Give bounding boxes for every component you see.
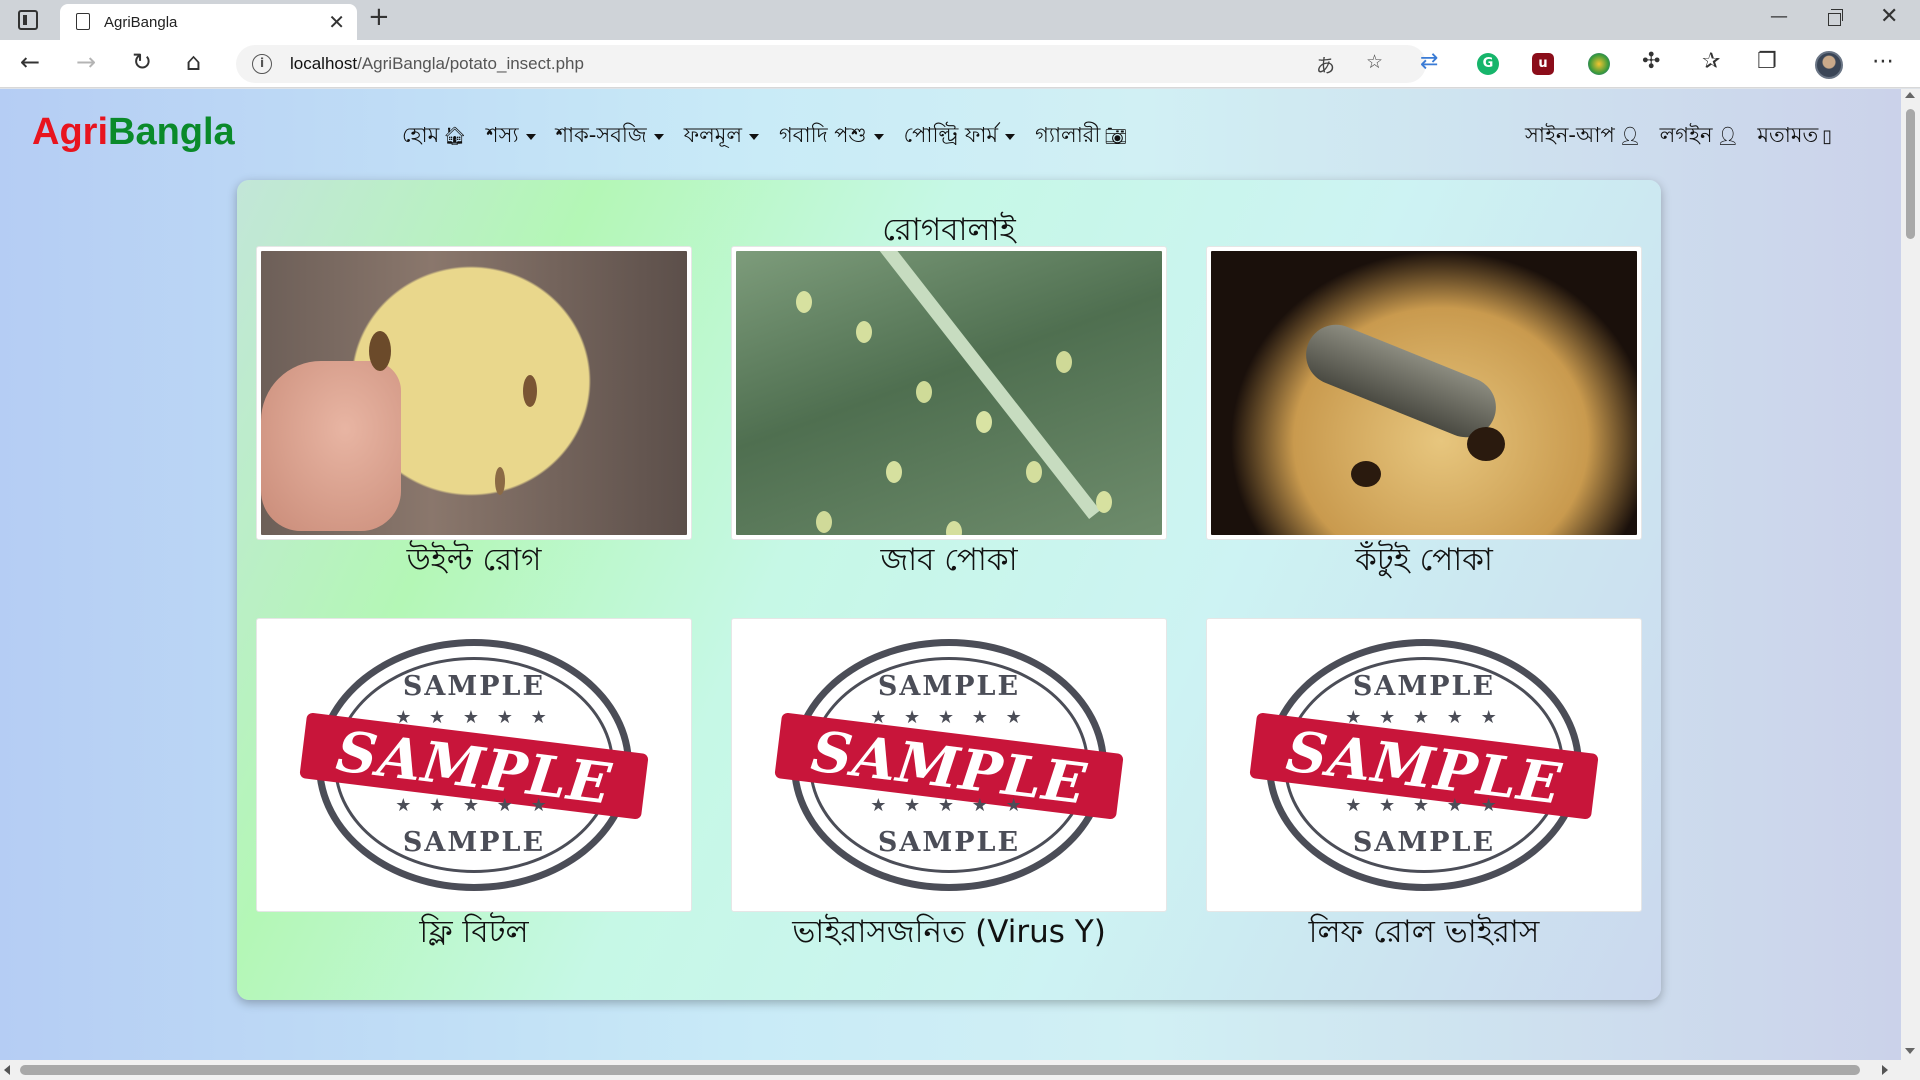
menu-fruits[interactable]: ফলমূল xyxy=(683,119,760,154)
menu-poultry[interactable]: পোল্ট্রি ফার্ম xyxy=(903,119,1016,154)
vertical-scrollbar[interactable] xyxy=(1901,89,1920,1060)
forward-icon[interactable]: → xyxy=(76,48,96,76)
address-bar[interactable]: i localhost/AgriBangla/potato_insect.php… xyxy=(236,45,1426,83)
aphid-leaf-photo xyxy=(736,251,1162,535)
disease-image[interactable]: SAMPLE ★ ★ ★ ★ ★ SAMPLE ★ ★ ★ ★ ★ SAMPLE xyxy=(731,618,1167,912)
menu-login-label: লগইন xyxy=(1659,123,1713,147)
site-info-icon[interactable]: i xyxy=(252,54,272,74)
menu-home[interactable]: হোম 🏠︎ xyxy=(402,119,466,154)
user-plus-icon: 👤︎ xyxy=(1618,126,1642,147)
home-icon[interactable]: ⌂ xyxy=(186,48,201,76)
disease-image[interactable]: SAMPLE ★ ★ ★ ★ ★ SAMPLE ★ ★ ★ ★ ★ SAMPLE xyxy=(1206,618,1642,912)
caret-down-icon xyxy=(525,133,536,140)
caret-down-icon xyxy=(873,133,884,140)
caret-down-icon xyxy=(653,133,664,140)
sample-stamp-image: SAMPLE ★ ★ ★ ★ ★ SAMPLE ★ ★ ★ ★ ★ SAMPLE xyxy=(1248,637,1600,893)
scroll-up-icon[interactable] xyxy=(1905,92,1915,98)
disease-image[interactable] xyxy=(731,246,1167,540)
translate-icon[interactable]: ⇄ xyxy=(1420,49,1438,74)
disease-caption: ফ্লি বিটল xyxy=(419,914,529,950)
scroll-down-icon[interactable] xyxy=(1905,1048,1915,1054)
disease-item[interactable]: জাব পোকা xyxy=(731,246,1167,580)
menu-vegetables-label: শাক-সবজি xyxy=(555,123,647,147)
collections-icon[interactable]: ❐ xyxy=(1757,49,1777,74)
disease-caption: উইল্ট রোগ xyxy=(406,542,542,578)
menu-signup-label: সাইন-আপ xyxy=(1525,123,1615,147)
browser-tab-bar: AgriBangla ✕ + — ✕ xyxy=(0,0,1920,40)
url-text[interactable]: localhost/AgriBangla/potato_insect.php xyxy=(290,54,584,74)
profile-avatar[interactable] xyxy=(1815,51,1843,79)
menu-gallery-label: গ্যালারী xyxy=(1035,123,1101,147)
logo-bangla: Bangla xyxy=(108,111,235,153)
close-tab-icon[interactable]: ✕ xyxy=(328,10,345,34)
favorites-icon[interactable]: ✰ xyxy=(1702,49,1720,74)
menu-signup[interactable]: সাইন-আপ 👤︎ xyxy=(1525,119,1642,154)
extension-globe-icon[interactable] xyxy=(1588,53,1610,75)
scroll-left-icon[interactable] xyxy=(4,1065,10,1075)
disease-caption: লিফ রোল ভাইরাস xyxy=(1308,914,1540,950)
tab-actions-icon[interactable] xyxy=(18,10,38,30)
vertical-scroll-thumb[interactable] xyxy=(1906,109,1915,239)
disease-image[interactable] xyxy=(1206,246,1642,540)
cutworm-potato-photo xyxy=(1211,251,1637,535)
caret-down-icon xyxy=(1005,133,1016,140)
disease-item[interactable]: কঁটুই পোকা xyxy=(1206,246,1642,580)
sample-stamp-image: SAMPLE ★ ★ ★ ★ ★ SAMPLE ★ ★ ★ ★ ★ SAMPLE xyxy=(298,637,650,893)
more-menu-icon[interactable]: ⋯ xyxy=(1872,49,1894,74)
menu-fruits-label: ফলমূল xyxy=(683,123,743,147)
menu-livestock-label: গবাদি পশু xyxy=(779,123,867,147)
restore-icon[interactable] xyxy=(1828,9,1843,26)
horizontal-scrollbar[interactable] xyxy=(0,1060,1920,1080)
new-tab-icon[interactable]: + xyxy=(368,2,390,32)
browser-tab[interactable]: AgriBangla ✕ xyxy=(60,4,357,40)
main-menu: হোম 🏠︎ শস্য শাক-সবজি ফলমূল গবাদি পশু পোল… xyxy=(402,119,1127,154)
menu-home-label: হোম xyxy=(402,123,440,147)
menu-vegetables[interactable]: শাক-সবজি xyxy=(556,119,664,154)
add-favorite-icon[interactable]: ☆ xyxy=(1366,51,1383,73)
window-close-icon[interactable]: ✕ xyxy=(1880,4,1898,29)
menu-crops[interactable]: শস্য xyxy=(486,119,536,154)
page-viewport: AgriBangla হোম 🏠︎ শস্য শাক-সবজি ফলমূল গব… xyxy=(0,89,1901,1060)
sample-stamp-image: SAMPLE ★ ★ ★ ★ ★ SAMPLE ★ ★ ★ ★ ★ SAMPLE xyxy=(773,637,1125,893)
disease-image[interactable]: SAMPLE ★ ★ ★ ★ ★ SAMPLE ★ ★ ★ ★ ★ SAMPLE xyxy=(256,618,692,912)
page-icon xyxy=(76,13,90,30)
disease-caption: জাব পোকা xyxy=(880,542,1018,578)
site-logo[interactable]: AgriBangla xyxy=(32,111,235,154)
potato-cut-photo xyxy=(261,251,687,535)
disease-item[interactable]: SAMPLE ★ ★ ★ ★ ★ SAMPLE ★ ★ ★ ★ ★ SAMPLE… xyxy=(256,618,692,952)
reload-icon[interactable]: ↻ xyxy=(132,48,152,76)
mobile-icon: ▯ xyxy=(1822,126,1833,147)
menu-gallery[interactable]: গ্যালারী 📷︎ xyxy=(1035,119,1127,154)
logo-agri: Agri xyxy=(32,111,108,153)
tab-title: AgriBangla xyxy=(104,14,178,31)
account-menu: সাইন-আপ 👤︎ লগইন 👤︎ মতামত ▯ xyxy=(1525,119,1832,154)
menu-login[interactable]: লগইন 👤︎ xyxy=(1660,119,1740,154)
disease-caption: ভাইরাসজনিত (Virus Y) xyxy=(792,914,1106,950)
disease-item[interactable]: SAMPLE ★ ★ ★ ★ ★ SAMPLE ★ ★ ★ ★ ★ SAMPLE… xyxy=(731,618,1167,952)
browser-toolbar: ← → ↻ ⌂ i localhost/AgriBangla/potato_in… xyxy=(0,40,1920,88)
minimize-icon[interactable]: — xyxy=(1770,6,1788,27)
menu-feedback-label: মতামত xyxy=(1757,123,1819,147)
disease-card: রোগবালাই উইল্ট রোগ জাব পোকা কঁটুই পোকা S… xyxy=(237,180,1661,1000)
disease-image[interactable] xyxy=(256,246,692,540)
menu-poultry-label: পোল্ট্রি ফার্ম xyxy=(903,123,999,147)
read-aloud-icon[interactable]: あ xyxy=(1316,51,1335,78)
disease-item[interactable]: উইল্ট রোগ xyxy=(256,246,692,580)
back-icon[interactable]: ← xyxy=(20,48,40,76)
menu-crops-label: শস্য xyxy=(486,123,519,147)
scroll-right-icon[interactable] xyxy=(1882,1065,1888,1075)
horizontal-scroll-thumb[interactable] xyxy=(20,1065,1860,1075)
user-icon: 👤︎ xyxy=(1716,126,1740,147)
house-icon: 🏠︎ xyxy=(443,126,467,147)
caret-down-icon xyxy=(749,133,760,140)
disease-item[interactable]: SAMPLE ★ ★ ★ ★ ★ SAMPLE ★ ★ ★ ★ ★ SAMPLE… xyxy=(1206,618,1642,952)
grammarly-icon[interactable]: G xyxy=(1477,53,1499,75)
extensions-icon[interactable]: ✣ xyxy=(1642,49,1660,74)
camera-icon: 📷︎ xyxy=(1104,126,1128,147)
menu-livestock[interactable]: গবাদি পশু xyxy=(779,119,884,154)
ublock-icon[interactable]: u xyxy=(1532,53,1554,75)
disease-caption: কঁটুই পোকা xyxy=(1355,542,1493,578)
menu-feedback[interactable]: মতামত ▯ xyxy=(1757,119,1832,154)
